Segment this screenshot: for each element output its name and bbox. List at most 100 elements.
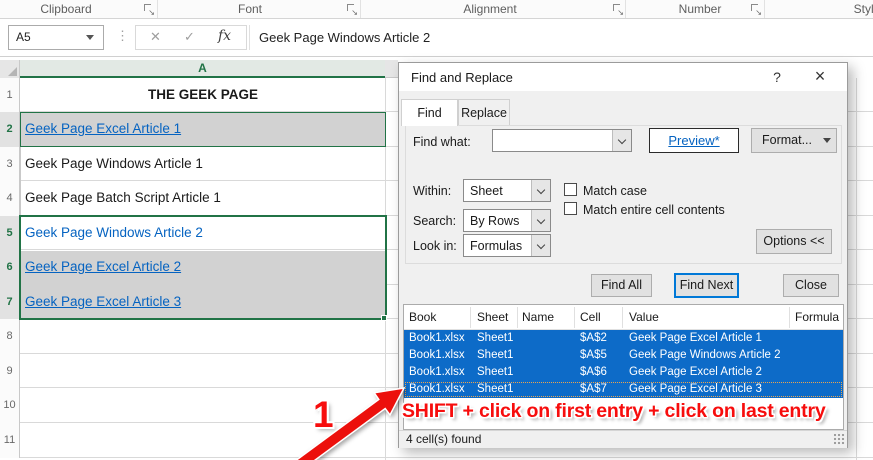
status-bar: 4 cell(s) found xyxy=(399,430,847,448)
column-divider xyxy=(517,307,518,328)
number-dialog-launcher-icon[interactable] xyxy=(751,4,762,17)
col-book[interactable]: Book xyxy=(409,310,436,324)
select-all-corner[interactable] xyxy=(0,60,20,78)
column-header-a[interactable]: A xyxy=(20,60,385,78)
lookin-select[interactable]: Formulas xyxy=(463,234,551,257)
name-box-dropdown-icon[interactable] xyxy=(86,35,94,40)
col-value[interactable]: Value xyxy=(629,310,659,324)
formula-bar-gripper[interactable]: ⋮ xyxy=(116,28,129,44)
row-header-4[interactable]: 4 xyxy=(0,181,20,216)
annotation-step-number: 1 xyxy=(313,394,334,435)
match-case-checkbox[interactable] xyxy=(564,183,577,196)
result-book: Book1.xlsx xyxy=(409,349,465,361)
insert-function-icon[interactable]: fx xyxy=(218,28,231,44)
result-row-2[interactable]: Book1.xlsx Sheet1 $A$5 Geek Page Windows… xyxy=(404,347,843,364)
find-what-dropdown[interactable] xyxy=(612,130,631,151)
cell-a1[interactable]: THE GEEK PAGE xyxy=(21,78,385,113)
formula-bar-input[interactable]: Geek Page Windows Article 2 xyxy=(249,25,873,50)
result-sheet: Sheet1 xyxy=(477,366,514,378)
result-cell: $A$7 xyxy=(580,383,607,395)
result-value: Geek Page Excel Article 1 xyxy=(629,332,762,344)
ribbon-separator xyxy=(764,0,765,18)
chevron-down-icon xyxy=(536,185,546,195)
selection-border-a5-a7 xyxy=(19,215,387,320)
col-cell[interactable]: Cell xyxy=(580,310,601,324)
match-entire-label: Match entire cell contents xyxy=(583,203,725,217)
col-name[interactable]: Name xyxy=(522,310,554,324)
ribbon-group-font: Font xyxy=(237,2,262,16)
options-button[interactable]: Options << xyxy=(756,229,832,254)
close-button[interactable]: Close xyxy=(783,274,839,297)
lookin-value: Formulas xyxy=(470,239,523,253)
cancel-icon[interactable]: ✕ xyxy=(150,29,161,45)
row-header-5[interactable]: 5 xyxy=(0,216,20,251)
result-value: Geek Page Excel Article 3 xyxy=(629,383,762,395)
search-dropdown[interactable] xyxy=(531,210,550,231)
row-header-1[interactable]: 1 xyxy=(0,78,20,113)
search-select[interactable]: By Rows xyxy=(463,209,551,232)
dialog-titlebar[interactable]: Find and Replace ? × xyxy=(399,63,847,91)
resize-grip[interactable] xyxy=(834,434,845,445)
result-sheet: Sheet1 xyxy=(477,349,514,361)
within-select[interactable]: Sheet xyxy=(463,179,551,202)
enter-icon[interactable]: ✓ xyxy=(184,29,195,45)
result-book: Book1.xlsx xyxy=(409,383,465,395)
fill-handle[interactable] xyxy=(381,315,387,321)
results-header: Book Sheet Name Cell Value Formula xyxy=(404,305,843,330)
row-header-9[interactable]: 9 xyxy=(0,354,20,389)
row-header-8[interactable]: 8 xyxy=(0,319,20,354)
font-dialog-launcher-icon[interactable] xyxy=(347,4,358,17)
find-next-button[interactable]: Find Next xyxy=(674,273,739,298)
col-sheet[interactable]: Sheet xyxy=(477,310,508,324)
column-divider xyxy=(470,307,471,328)
ribbon-separator xyxy=(625,0,626,18)
row-header-2[interactable]: 2 xyxy=(0,112,20,147)
row-header-3[interactable]: 3 xyxy=(0,147,20,182)
cell-a4[interactable]: Geek Page Batch Script Article 1 xyxy=(21,181,385,216)
col-formula[interactable]: Formula xyxy=(795,310,839,324)
tab-replace[interactable]: Replace xyxy=(458,99,510,125)
find-all-button[interactable]: Find All xyxy=(591,274,652,297)
result-value: Geek Page Excel Article 2 xyxy=(629,366,762,378)
column-divider xyxy=(789,307,790,328)
tab-find[interactable]: Find xyxy=(401,99,458,126)
alignment-dialog-launcher-icon[interactable] xyxy=(613,4,624,17)
result-row-3[interactable]: Book1.xlsx Sheet1 $A$6 Geek Page Excel A… xyxy=(404,364,843,381)
find-what-label: Find what: xyxy=(413,135,471,149)
lookin-dropdown[interactable] xyxy=(531,235,550,256)
ribbon-separator xyxy=(157,0,158,18)
ribbon-group-styles: Styles xyxy=(853,2,873,16)
ribbon-group-clipboard: Clipboard xyxy=(40,2,92,16)
row-header-11[interactable]: 11 xyxy=(0,423,20,458)
close-icon[interactable]: × xyxy=(809,66,831,88)
result-book: Book1.xlsx xyxy=(409,366,465,378)
row-header-10[interactable]: 10 xyxy=(0,388,20,423)
excel-window: Clipboard Font Alignment Number Styles A… xyxy=(0,0,873,460)
find-what-input[interactable] xyxy=(492,129,632,152)
result-cell: $A$2 xyxy=(580,332,607,344)
cell-a3[interactable]: Geek Page Windows Article 1 xyxy=(21,147,385,182)
ribbon-group-alignment: Alignment xyxy=(463,2,517,16)
result-sheet: Sheet1 xyxy=(477,332,514,344)
formula-buttons-box: ✕ ✓ fx xyxy=(135,25,247,50)
format-dropdown-icon[interactable] xyxy=(823,138,831,143)
result-cell: $A$5 xyxy=(580,349,607,361)
result-row-4[interactable]: Book1.xlsx Sheet1 $A$7 Geek Page Excel A… xyxy=(404,381,843,398)
within-dropdown[interactable] xyxy=(531,180,550,201)
result-sheet: Sheet1 xyxy=(477,383,514,395)
result-cell: $A$6 xyxy=(580,366,607,378)
clipboard-dialog-launcher-icon[interactable] xyxy=(144,4,155,17)
ribbon-separator xyxy=(360,0,361,18)
match-entire-checkbox[interactable] xyxy=(564,202,577,215)
chevron-down-icon xyxy=(617,135,627,145)
result-row-1[interactable]: Book1.xlsx Sheet1 $A$2 Geek Page Excel A… xyxy=(404,330,843,347)
preview-button[interactable]: Preview* xyxy=(649,128,739,153)
selection-border-a2 xyxy=(20,112,386,147)
select-all-triangle-icon xyxy=(8,67,17,76)
help-icon[interactable]: ? xyxy=(768,68,786,86)
row-header-7[interactable]: 7 xyxy=(0,285,20,320)
column-divider xyxy=(622,307,623,328)
row-header-6[interactable]: 6 xyxy=(0,250,20,285)
gridline xyxy=(856,78,857,460)
result-book: Book1.xlsx xyxy=(409,332,465,344)
